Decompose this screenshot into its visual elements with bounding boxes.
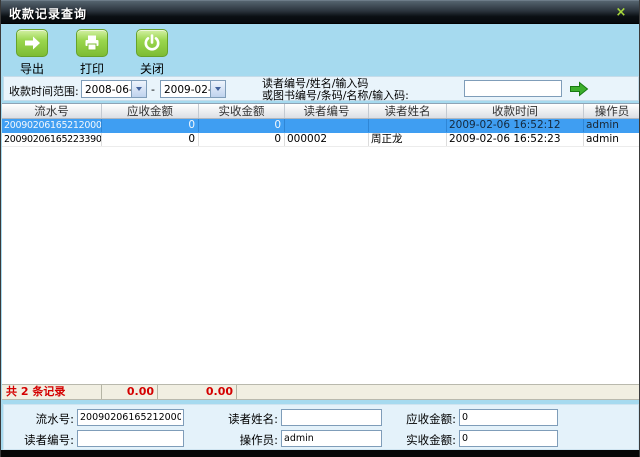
grid-footer-bar: 共 2 条记录 0.00 0.00 <box>2 384 640 400</box>
cell-time: 2009-02-06 16:52:23 <box>447 133 584 146</box>
cell-paid: 0 <box>199 133 285 146</box>
reader-id-field-label: 读者编号: <box>8 432 74 448</box>
print-button[interactable]: 打印 <box>70 29 114 77</box>
cell-operator: admin <box>584 119 640 132</box>
reader-id-field[interactable] <box>77 430 184 447</box>
cell-name <box>369 119 447 132</box>
cell-serial: 20090206165223390 <box>2 133 102 146</box>
search-hint-line1: 读者编号/姓名/输入码 <box>262 78 409 90</box>
filter-panel: 收款时间范围: 2008-06-01 - 2009-02-13 读者编号/姓名/… <box>3 76 639 101</box>
total-paid-value: 0.00 <box>158 385 237 399</box>
serial-field[interactable] <box>77 409 184 426</box>
footer-filler <box>237 385 640 399</box>
cell-due: 0 <box>102 119 199 132</box>
chevron-down-icon <box>215 87 221 91</box>
col-header-operator[interactable]: 操作员 <box>584 104 640 118</box>
export-arrow-icon <box>16 29 48 57</box>
date-to-value: 2009-02-13 <box>161 81 210 97</box>
serial-field-label: 流水号: <box>8 411 74 427</box>
paid-amount-field[interactable] <box>459 430 558 447</box>
search-hint-label: 读者编号/姓名/输入码 或图书编号/条码/名称/输入码: <box>262 78 409 101</box>
date-range-label: 收款时间范围: <box>9 83 79 99</box>
records-grid: 流水号 应收金额 实收金额 读者编号 读者姓名 收款时间 操作员 2009020… <box>2 103 640 384</box>
cell-due: 0 <box>102 133 199 146</box>
date-from-value: 2008-06-01 <box>82 81 131 97</box>
power-icon <box>136 29 168 57</box>
range-separator: - <box>151 83 155 96</box>
cell-time: 2009-02-06 16:52:12 <box>447 119 584 132</box>
table-row[interactable]: 20090206165223390 0 0 000002 周正龙 2009-02… <box>2 133 640 147</box>
date-to-dropdown-button[interactable] <box>210 81 225 97</box>
table-row[interactable]: 20090206165212000 0 0 2009-02-06 16:52:1… <box>2 119 640 133</box>
export-button[interactable]: 导出 <box>10 29 54 77</box>
reader-name-field-label: 读者姓名: <box>182 411 278 427</box>
window-bottom-border <box>1 450 639 457</box>
titlebar: 收款记录查询 × <box>1 0 639 24</box>
col-header-time[interactable]: 收款时间 <box>447 104 584 118</box>
due-amount-field[interactable] <box>459 409 558 426</box>
cell-operator: admin <box>584 133 640 146</box>
paid-amount-field-label: 实收金额: <box>360 432 456 448</box>
printer-icon <box>76 29 108 57</box>
close-button-label: 关闭 <box>130 60 174 77</box>
col-header-readerid[interactable]: 读者编号 <box>285 104 369 118</box>
close-window-button[interactable]: 关闭 <box>130 29 174 77</box>
chevron-down-icon <box>136 87 142 91</box>
operator-field-label: 操作员: <box>182 432 278 448</box>
window-title: 收款记录查询 <box>9 5 87 22</box>
due-amount-field-label: 应收金额: <box>360 411 456 427</box>
search-hint-line2: 或图书编号/条码/名称/输入码: <box>262 90 409 102</box>
cell-readerid: 000002 <box>285 133 369 146</box>
cell-name: 周正龙 <box>369 133 447 146</box>
search-go-icon[interactable] <box>569 81 589 97</box>
record-count-label: 共 2 条记录 <box>2 385 102 399</box>
export-button-label: 导出 <box>10 60 54 77</box>
cell-readerid <box>285 119 369 132</box>
col-header-due[interactable]: 应收金额 <box>102 104 199 118</box>
col-header-name[interactable]: 读者姓名 <box>369 104 447 118</box>
total-due-value: 0.00 <box>102 385 158 399</box>
date-from-dropdown-button[interactable] <box>131 81 146 97</box>
cell-paid: 0 <box>199 119 285 132</box>
close-icon[interactable]: × <box>613 5 629 21</box>
col-header-paid[interactable]: 实收金额 <box>199 104 285 118</box>
col-header-serial[interactable]: 流水号 <box>2 104 102 118</box>
grid-header-row: 流水号 应收金额 实收金额 读者编号 读者姓名 收款时间 操作员 <box>2 104 640 119</box>
date-to-combobox[interactable]: 2009-02-13 <box>160 80 226 98</box>
search-input[interactable] <box>464 80 562 97</box>
date-from-combobox[interactable]: 2008-06-01 <box>81 80 147 98</box>
cell-serial: 20090206165212000 <box>2 119 102 132</box>
detail-form-panel: 流水号: 读者姓名: 应收金额: 读者编号: 操作员: 实收金额: <box>3 404 639 450</box>
print-button-label: 打印 <box>70 60 114 77</box>
payment-query-window: 收款记录查询 × 导出 打印 关闭 收款时间范围: <box>0 0 640 457</box>
